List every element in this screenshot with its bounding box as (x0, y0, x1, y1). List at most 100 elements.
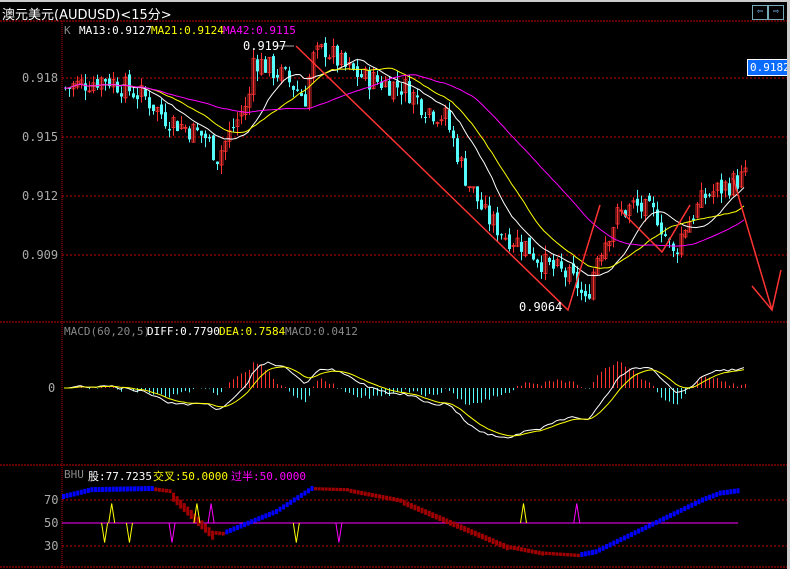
candle-body (416, 95, 419, 98)
bhu-bar (708, 494, 712, 500)
bhu-bar (477, 532, 481, 538)
bhu-bar (150, 486, 154, 491)
bhu-bar (551, 552, 555, 556)
bhu-bar (615, 538, 619, 544)
forecast-arrow (732, 177, 773, 311)
candle-body (200, 130, 203, 136)
bhu-bar (62, 494, 65, 500)
candle-body (176, 121, 179, 132)
bhu-bar (484, 535, 488, 541)
candle-body (144, 89, 147, 97)
bhu-bar (491, 538, 495, 545)
bhu-bar (72, 491, 76, 497)
bhu-bar (661, 516, 665, 522)
bhu-bar (257, 516, 261, 522)
bhu-bar (512, 545, 516, 551)
bhu-bar (211, 530, 215, 540)
y-tick: 50 (44, 516, 59, 530)
candle-body (564, 270, 567, 278)
bhu-bar (573, 553, 577, 557)
bhu-bar (232, 526, 236, 532)
bhu-bar (722, 490, 726, 496)
bhu-bar (186, 506, 190, 516)
candle-body (284, 67, 287, 69)
candle-body (276, 74, 279, 78)
bhu-bar (718, 490, 722, 496)
candle-body (736, 175, 739, 189)
bhu-bar (218, 531, 222, 536)
bhu-bar (65, 493, 69, 499)
candle-body (160, 104, 163, 115)
bhu-bar (537, 550, 541, 555)
candle-body (432, 111, 435, 122)
current-price-tag: 0.9182 (747, 59, 790, 76)
bhu-bar (409, 503, 413, 509)
bhu-bar (200, 520, 204, 530)
guoban-legend: 过半:50.0000 (231, 470, 306, 483)
bhu-bar (505, 544, 509, 551)
candle-body (116, 81, 119, 93)
bhu-bar (448, 519, 452, 526)
bhu-bar (360, 490, 364, 496)
candle-body (536, 259, 539, 263)
bhu-bar (321, 487, 325, 491)
bhu-bar (356, 490, 360, 495)
bhu-bar (381, 495, 385, 500)
candle-body (588, 293, 591, 299)
candle-body (168, 128, 171, 131)
bhu-bar (164, 488, 168, 493)
bhu-bar (427, 510, 431, 517)
bhu-bar (406, 501, 410, 508)
bhu-bar (566, 553, 570, 557)
bhu-bar (417, 506, 420, 512)
bhu-bar (402, 500, 406, 506)
candle-body (216, 161, 219, 165)
bhu-bar (267, 511, 271, 517)
bhu-bar (431, 512, 435, 518)
bhu-bar (250, 519, 254, 525)
candle-body (676, 252, 679, 255)
bhu-legend: BHU (64, 468, 84, 481)
bhu-bar (392, 497, 396, 502)
bhu-signal-down (292, 522, 300, 543)
bhu-bar (271, 510, 275, 516)
bhu-bar (282, 504, 286, 510)
candle-body (264, 59, 267, 73)
bhu-bar (701, 497, 704, 503)
bhu-bar (253, 517, 257, 523)
bhu-bar (523, 547, 527, 553)
bhu-bar (388, 496, 392, 501)
candle-body (164, 112, 167, 127)
candle-body (420, 99, 423, 116)
candle-body (388, 80, 391, 96)
y-tick: 0.909 (22, 248, 59, 262)
bhu-bar (338, 487, 342, 492)
bhu-bar (637, 528, 641, 534)
bhu-bar (658, 518, 662, 524)
bhu-bar (473, 530, 477, 537)
bhu-bar (555, 552, 559, 556)
bhu-bar (161, 488, 165, 493)
bhu-bar (676, 509, 680, 515)
candle-body (552, 259, 555, 269)
candle-body (508, 234, 511, 250)
bhu-bar (374, 493, 378, 498)
bhu-bar (303, 490, 307, 496)
bhu-bar (445, 518, 449, 525)
candle-body (256, 59, 259, 72)
bhu-signal-up (207, 503, 215, 524)
candle-body (648, 195, 651, 202)
bhu-bar (292, 497, 296, 503)
bhu-signal-up (573, 503, 581, 524)
candle-body (376, 75, 379, 82)
bhu-bar (601, 545, 605, 551)
bhu-bar (122, 486, 126, 492)
bhu-bar (651, 521, 655, 527)
bhu-bar (136, 486, 140, 492)
bhu-bar (544, 551, 548, 556)
bhu-bar (647, 523, 651, 529)
bhu-bar (704, 496, 708, 502)
bhu-bar (590, 549, 594, 555)
bhu-bar (172, 492, 176, 502)
candle-body (664, 234, 667, 237)
